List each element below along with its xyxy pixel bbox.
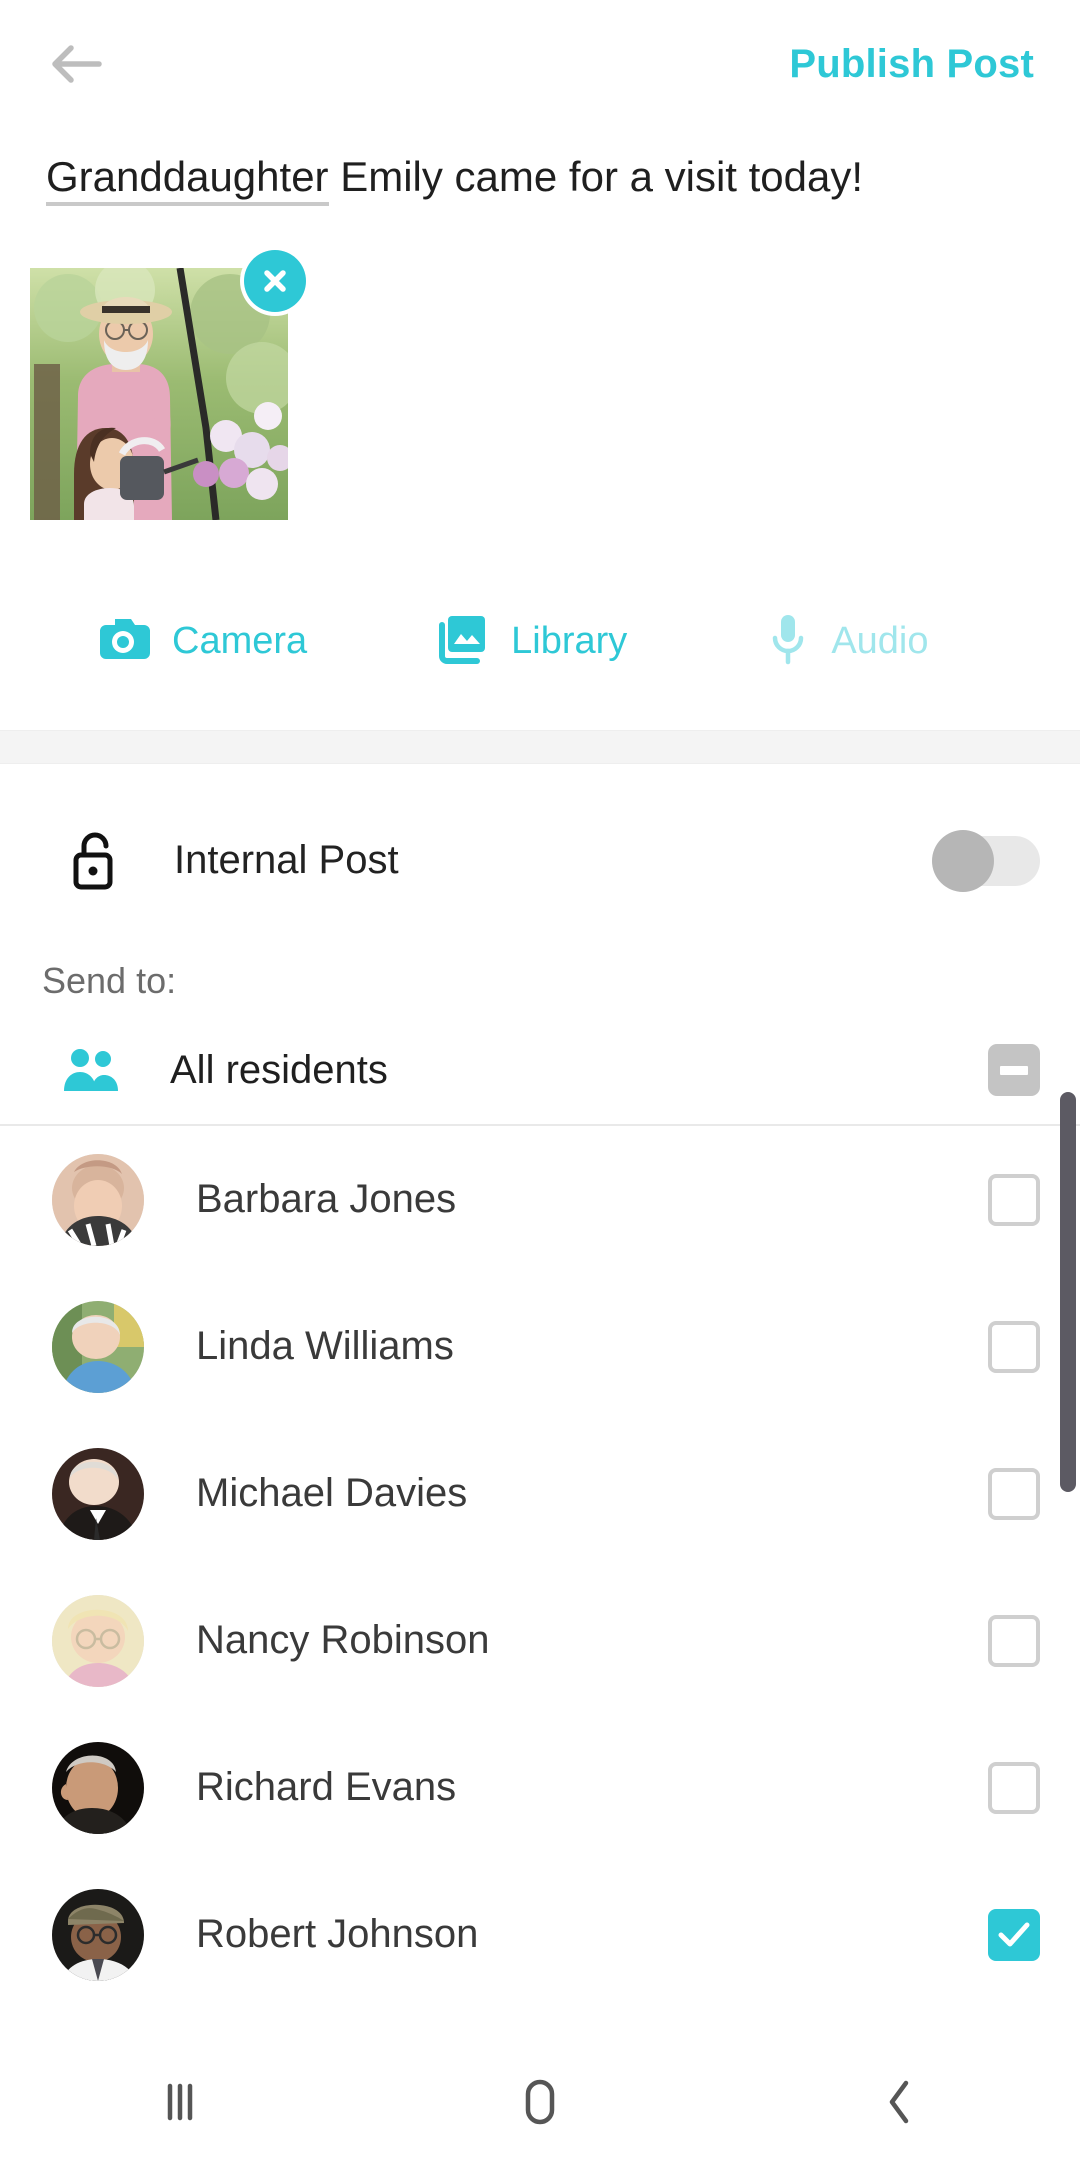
avatar xyxy=(52,1300,144,1393)
scrollbar[interactable] xyxy=(1060,1092,1076,1492)
back-button[interactable] xyxy=(720,2077,1080,2132)
resident-name: Richard Evans xyxy=(196,1765,457,1809)
resident-checkbox[interactable] xyxy=(988,1614,1040,1667)
back-arrow-icon[interactable] xyxy=(44,32,108,96)
resident-checkbox[interactable] xyxy=(988,1467,1040,1520)
close-icon[interactable] xyxy=(244,250,306,312)
recents-button[interactable] xyxy=(0,2078,360,2131)
section-divider xyxy=(0,730,1080,764)
send-to-label: Send to: xyxy=(42,960,177,1001)
camera-icon xyxy=(96,615,150,668)
all-residents-checkbox[interactable] xyxy=(988,1044,1040,1096)
resident-name: Barbara Jones xyxy=(196,1177,457,1221)
camera-button-label: Camera xyxy=(172,619,308,662)
avatar xyxy=(52,1741,144,1834)
resident-name: Robert Johnson xyxy=(196,1912,479,1956)
resident-checkbox[interactable] xyxy=(988,1761,1040,1814)
checkmark-icon xyxy=(998,1922,1030,1946)
avatar xyxy=(52,1888,144,1981)
system-navigation-bar xyxy=(0,2048,1080,2160)
image-library-icon xyxy=(437,613,489,670)
internal-post-toggle[interactable] xyxy=(932,830,1040,892)
camera-button[interactable]: Camera xyxy=(96,615,307,668)
table-row[interactable]: Barbara Jones xyxy=(0,1126,1080,1273)
home-button[interactable] xyxy=(360,2076,720,2133)
internal-post-label: Internal Post xyxy=(174,837,399,882)
home-icon xyxy=(514,2076,566,2133)
resident-name: Nancy Robinson xyxy=(196,1618,490,1662)
avatar xyxy=(52,1594,144,1687)
publish-post-button[interactable]: Publish Post xyxy=(789,42,1040,87)
resident-name: Michael Davies xyxy=(196,1471,468,1515)
post-text-misspelled-word: Granddaughter xyxy=(46,153,329,206)
table-row[interactable]: Linda Williams xyxy=(0,1273,1080,1420)
avatar xyxy=(52,1153,144,1246)
resident-list: Barbara Jones Linda Williams Michael Dav… xyxy=(0,1126,1080,2046)
unlocked-padlock-icon xyxy=(70,829,126,891)
toggle-knob xyxy=(932,830,994,892)
attachment-thumbnail-wrapper xyxy=(30,250,306,520)
resident-checkbox[interactable] xyxy=(988,1908,1040,1961)
table-row[interactable]: Richard Evans xyxy=(0,1714,1080,1861)
post-text-rest: Emily came for a visit today! xyxy=(328,153,864,200)
post-composer-screen: Publish Post Granddaughter Emily came fo… xyxy=(0,0,1080,2160)
audio-button-label: Audio xyxy=(831,619,929,662)
all-residents-label: All residents xyxy=(170,1047,388,1092)
attachment-thumbnail[interactable] xyxy=(30,268,288,520)
resident-checkbox[interactable] xyxy=(988,1320,1040,1373)
table-row[interactable]: Nancy Robinson xyxy=(0,1567,1080,1714)
resident-name: Linda Williams xyxy=(196,1324,454,1368)
resident-checkbox[interactable] xyxy=(988,1173,1040,1226)
avatar xyxy=(52,1447,144,1540)
recents-icon xyxy=(154,2078,206,2131)
table-row[interactable]: Michael Davies xyxy=(0,1420,1080,1567)
all-residents-row[interactable]: All residents xyxy=(0,1016,1080,1124)
post-text-input[interactable]: Granddaughter Emily came for a visit tod… xyxy=(46,150,1046,206)
back-chevron-icon xyxy=(878,2077,922,2132)
people-group-icon xyxy=(60,1045,122,1095)
attachment-image xyxy=(30,268,288,520)
table-row[interactable]: Robert Johnson xyxy=(0,1861,1080,2008)
internal-post-row[interactable]: Internal Post xyxy=(0,800,1080,920)
library-button-label: Library xyxy=(511,619,628,662)
microphone-icon xyxy=(767,612,809,671)
indeterminate-dash-icon xyxy=(1000,1065,1028,1075)
library-button[interactable]: Library xyxy=(437,613,627,670)
audio-button[interactable]: Audio xyxy=(767,612,929,671)
app-header: Publish Post xyxy=(0,0,1080,128)
media-attachment-toolbar: Camera Library Audio xyxy=(0,598,1080,684)
